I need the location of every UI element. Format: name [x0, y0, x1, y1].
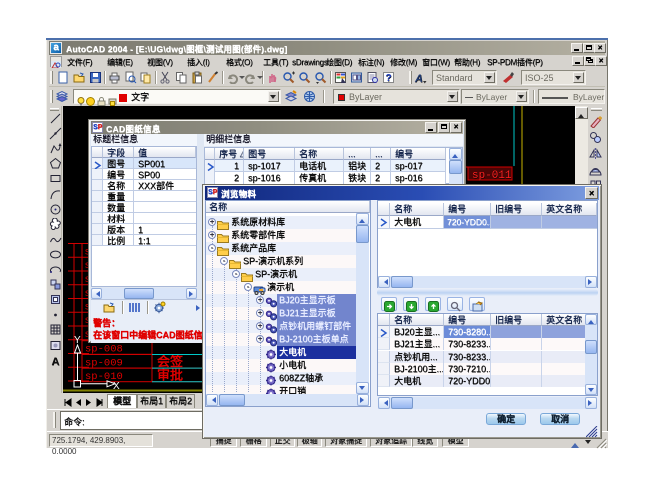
svg-text:sp-011: sp-011: [472, 170, 512, 182]
svg-text:sp-008: sp-008: [85, 344, 123, 356]
svg-text:Y: Y: [74, 335, 81, 346]
svg-text:A: A: [52, 356, 60, 367]
svg-text:?: ?: [386, 73, 392, 84]
svg-text:A: A: [414, 73, 423, 84]
svg-text:审批: 审批: [157, 368, 183, 383]
